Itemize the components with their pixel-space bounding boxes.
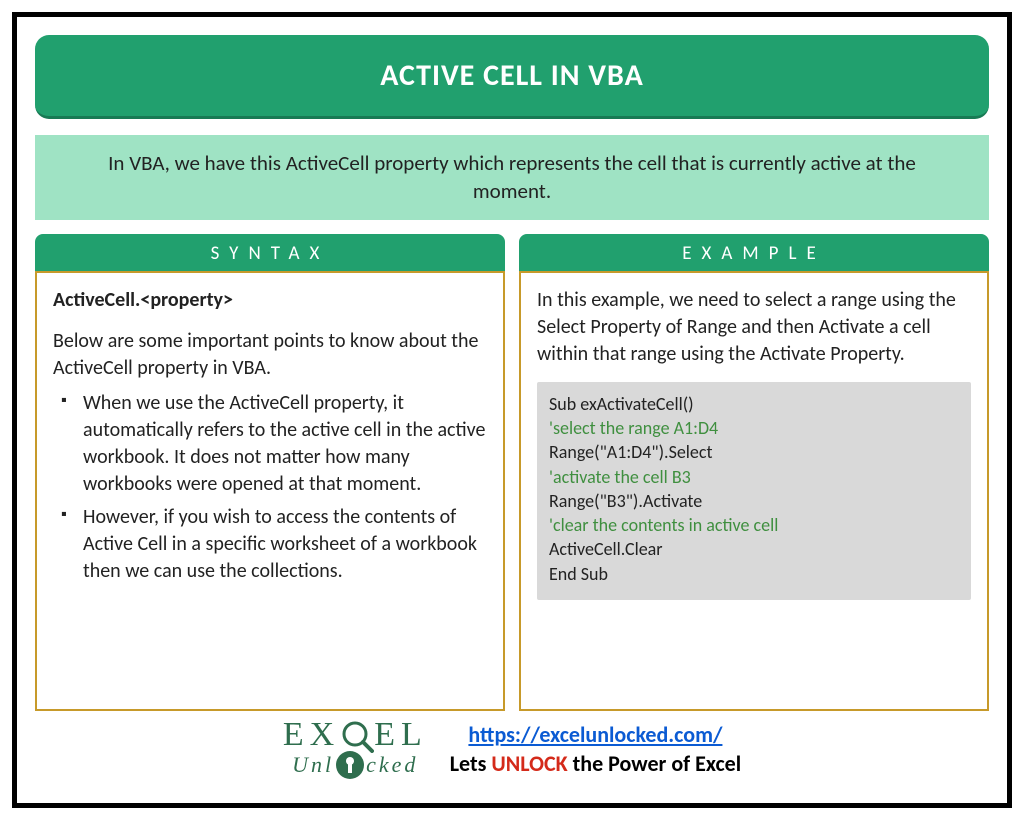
footer: EX EL Unl cked https://excelunlocked.com… xyxy=(35,719,989,779)
magnifier-icon xyxy=(340,719,374,753)
syntax-column: SYNTAX ActiveCell.<property> Below are s… xyxy=(35,234,505,711)
tag-part: the Power of Excel xyxy=(568,750,741,777)
code-block: Sub exActivateCell()'select the range A1… xyxy=(537,382,971,600)
syntax-header: SYNTAX xyxy=(35,234,505,271)
logo-text: EL xyxy=(374,720,428,751)
code-comment: 'select the range A1:D4 xyxy=(549,416,959,440)
footer-text: https://excelunlocked.com/ Lets UNLOCK t… xyxy=(450,721,741,777)
syntax-points: When we use the ActiveCell property, it … xyxy=(53,390,487,585)
columns: SYNTAX ActiveCell.<property> Below are s… xyxy=(35,234,989,711)
tag-unlock: UNLOCK xyxy=(491,750,567,777)
logo-bottom: Unl cked xyxy=(283,751,428,779)
logo: EX EL Unl cked xyxy=(283,719,428,779)
logo-text: EX xyxy=(283,720,340,751)
syntax-signature: ActiveCell.<property> xyxy=(53,287,487,314)
code-comment: 'clear the contents in active cell xyxy=(549,513,959,537)
code-line: ActiveCell.Clear xyxy=(549,537,959,561)
tag-part: Lets xyxy=(450,750,492,777)
logo-text: cked xyxy=(366,755,418,775)
syntax-lead: Below are some important points to know … xyxy=(53,328,487,382)
intro-text: In VBA, we have this ActiveCell property… xyxy=(35,135,989,220)
syntax-body: ActiveCell.<property> Below are some imp… xyxy=(35,271,505,711)
example-column: EXAMPLE In this example, we need to sele… xyxy=(519,234,989,711)
example-lead: In this example, we need to select a ran… xyxy=(537,287,971,368)
code-line: Range("B3").Activate xyxy=(549,489,959,513)
document-frame: ACTIVE CELL IN VBA In VBA, we have this … xyxy=(12,12,1012,808)
example-body: In this example, we need to select a ran… xyxy=(519,271,989,711)
list-item: When we use the ActiveCell property, it … xyxy=(57,390,487,498)
keyhole-icon xyxy=(336,751,364,779)
code-comment: 'activate the cell B3 xyxy=(549,465,959,489)
footer-tagline: Lets UNLOCK the Power of Excel xyxy=(450,750,741,777)
footer-link[interactable]: https://excelunlocked.com/ xyxy=(468,721,722,748)
example-header: EXAMPLE xyxy=(519,234,989,271)
code-line: End Sub xyxy=(549,562,959,586)
page-title: ACTIVE CELL IN VBA xyxy=(35,35,989,119)
list-item: However, if you wish to access the conte… xyxy=(57,504,487,585)
code-line: Range("A1:D4").Select xyxy=(549,440,959,464)
logo-text: Unl xyxy=(292,755,334,775)
logo-top: EX EL xyxy=(283,719,428,753)
code-line: Sub exActivateCell() xyxy=(549,392,959,416)
